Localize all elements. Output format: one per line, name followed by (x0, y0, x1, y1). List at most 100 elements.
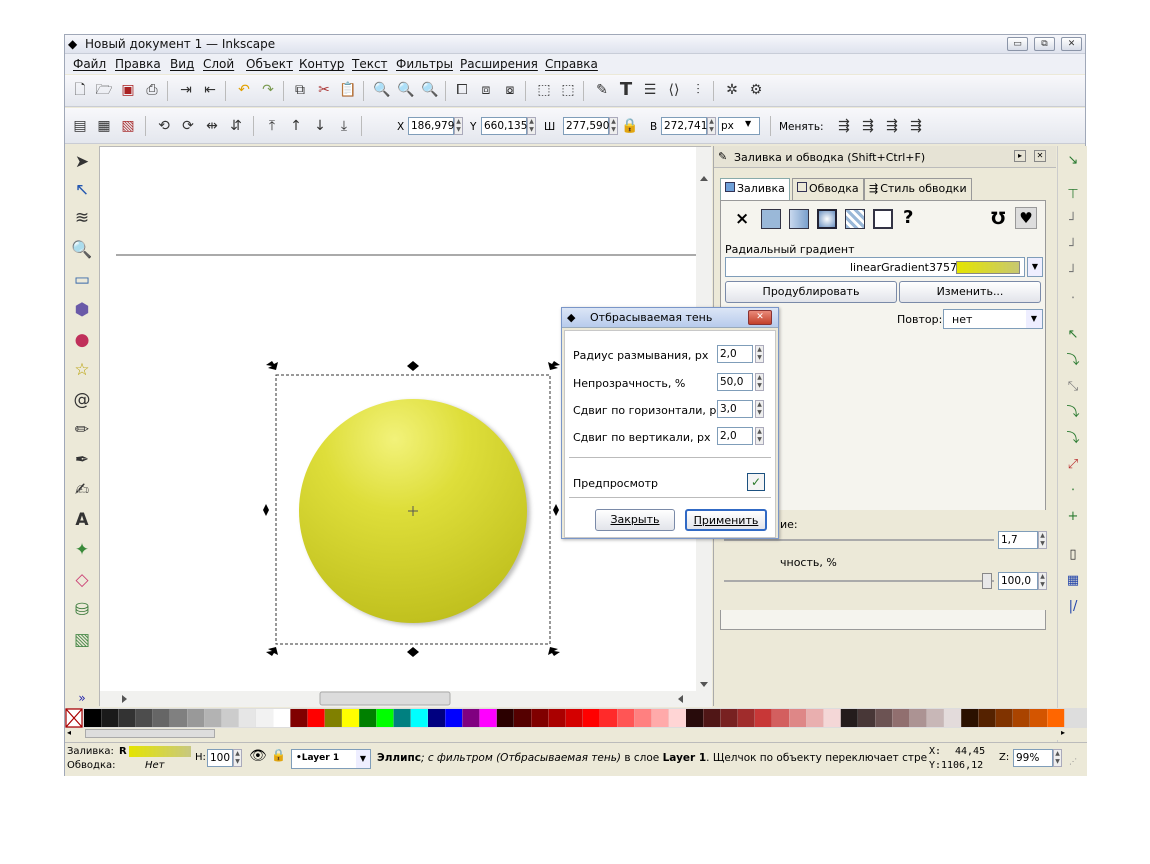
opacity-slider-thumb[interactable] (982, 573, 992, 589)
scale-corners-icon[interactable]: ⇶ (859, 117, 877, 135)
undo-icon[interactable]: ↶ (235, 81, 253, 99)
fill-swatch[interactable] (129, 746, 191, 757)
layer-select[interactable]: •Layer 1 ▼ (291, 749, 371, 769)
snap-enable-icon[interactable]: ↘ (1064, 152, 1082, 170)
palette-swatch[interactable] (410, 709, 428, 727)
edit-gradient-button[interactable]: Изменить... (899, 281, 1041, 303)
x-spinner[interactable]: ▲ ▼ (454, 117, 463, 135)
close-button[interactable]: Закрыть (595, 509, 675, 531)
xml-editor-icon[interactable]: ⟨⟩ (665, 81, 683, 99)
minimize-button[interactable]: ▭ (1007, 37, 1028, 51)
snap-grid-icon[interactable]: ▦ (1064, 572, 1082, 590)
palette-swatch[interactable] (961, 709, 979, 727)
close-window-button[interactable]: ✕ (1061, 37, 1082, 51)
menu-view[interactable]: Вид (170, 57, 194, 71)
palette-swatch[interactable] (703, 709, 721, 727)
pattern-icon[interactable] (845, 209, 865, 229)
scroll-left-icon[interactable]: ◂ (67, 728, 71, 737)
snap-bbox-corners-icon[interactable]: ┘ (1064, 238, 1082, 256)
swatch-icon[interactable] (873, 209, 893, 229)
snap-bbox-edges-icon[interactable]: ┘ (1064, 212, 1082, 230)
move-patterns-icon[interactable]: ⇶ (907, 117, 925, 135)
zoom-tool-icon[interactable]: 🔍 (71, 238, 93, 262)
palette-swatch[interactable] (789, 709, 807, 727)
dock-menu-icon[interactable]: ▸ (1014, 150, 1026, 162)
palette-swatch[interactable] (1030, 709, 1047, 727)
redo-icon[interactable]: ↷ (259, 81, 277, 99)
palette-swatch[interactable] (772, 709, 789, 727)
palette-swatch[interactable] (720, 709, 738, 727)
snap-midpoints-icon[interactable]: ⤢ (1064, 456, 1082, 474)
flat-color-icon[interactable] (761, 209, 781, 229)
snap-smooth-icon[interactable]: ⤵ (1064, 430, 1082, 448)
palette-swatch[interactable] (514, 709, 531, 727)
w-field[interactable]: 277,590 (563, 117, 609, 135)
raise-icon[interactable]: ↑ (287, 117, 305, 135)
horizontal-offset-field[interactable]: 3,0 (717, 400, 753, 418)
duplicate-icon[interactable]: ⧠ (453, 81, 471, 99)
snap-intersections-icon[interactable]: ⤡ (1064, 378, 1082, 396)
repeat-select[interactable]: нет ▼ (943, 309, 1043, 329)
menu-filters[interactable]: Фильтры (396, 57, 453, 71)
menu-text[interactable]: Текст (352, 57, 388, 71)
spiral-tool-icon[interactable]: @ (71, 388, 93, 412)
palette-swatch[interactable] (1012, 709, 1030, 727)
palette-swatch[interactable] (754, 709, 772, 727)
linear-gradient-icon[interactable] (789, 209, 809, 229)
blur-radius-spinner[interactable]: ▲ ▼ (755, 345, 764, 363)
palette-swatch[interactable] (737, 709, 755, 727)
snap-nodes-icon[interactable]: ↖ (1064, 326, 1082, 344)
more-tools-icon[interactable]: » (71, 686, 93, 710)
snap-guides-icon[interactable]: |/ (1064, 598, 1082, 616)
palette-swatch[interactable] (445, 709, 463, 727)
palette-swatch[interactable] (909, 709, 927, 727)
selector-tool-icon[interactable]: ➤ (71, 150, 93, 174)
palette-swatch[interactable] (548, 709, 566, 727)
tab-fill[interactable]: Заливка (720, 178, 790, 200)
palette-swatch[interactable] (204, 709, 222, 727)
palette-swatch[interactable] (290, 709, 308, 727)
palette-swatch[interactable] (858, 709, 875, 727)
palette-swatch[interactable] (995, 709, 1013, 727)
palette-swatch[interactable] (221, 709, 239, 727)
select-all-layers-icon[interactable]: ▦ (95, 117, 113, 135)
palette-swatch[interactable] (668, 709, 686, 727)
snap-bbox-icon[interactable]: ⊤ (1064, 186, 1082, 204)
palette-swatch[interactable] (978, 709, 996, 727)
palette-swatch[interactable] (393, 709, 411, 727)
horizontal-scroll-thumb[interactable] (319, 691, 451, 706)
move-gradients-icon[interactable]: ⇶ (883, 117, 901, 135)
3d-box-tool-icon[interactable]: ⬢ (71, 298, 93, 322)
w-spinner[interactable]: ▲ ▼ (609, 117, 618, 135)
import-icon[interactable]: ⇥ (177, 81, 195, 99)
horizontal-offset-spinner[interactable]: ▲ ▼ (755, 400, 764, 418)
fill-rule-nonzero-icon[interactable]: ♥ (1015, 207, 1037, 229)
palette-swatch[interactable] (428, 709, 445, 727)
layer-lock-icon[interactable]: 🔒 (271, 748, 286, 762)
palette-swatch[interactable] (342, 709, 359, 727)
palette-swatch[interactable] (823, 709, 841, 727)
palette-swatch[interactable] (1047, 709, 1065, 727)
zoom-drawing-icon[interactable]: 🔍 (397, 81, 415, 99)
vertical-offset-field[interactable]: 2,0 (717, 427, 753, 445)
node-tool-icon[interactable]: ↖ (71, 178, 93, 202)
palette-scroll-thumb[interactable] (85, 729, 215, 738)
tab-stroke-paint[interactable]: Обводка (792, 178, 864, 200)
rectangle-tool-icon[interactable]: ▭ (71, 268, 93, 292)
opacity-h-spinner[interactable]: ▲ ▼ (233, 749, 242, 767)
palette-swatch[interactable] (307, 709, 325, 727)
palette-swatch[interactable] (582, 709, 600, 727)
zoom-page-icon[interactable]: 🔍 (421, 81, 439, 99)
palette-swatch[interactable] (462, 709, 480, 727)
gradient-tool-icon[interactable]: ▧ (71, 628, 93, 652)
palette-swatch[interactable] (651, 709, 669, 727)
ungroup-icon[interactable]: ⬚ (559, 81, 577, 99)
calligraphy-tool-icon[interactable]: ✍ (71, 478, 93, 502)
cut-icon[interactable]: ✂ (315, 81, 333, 99)
snap-bbox-centers-icon[interactable]: ⋅ (1064, 290, 1082, 308)
palette-swatch[interactable] (152, 709, 170, 727)
h-spinner[interactable]: ▲ ▼ (707, 117, 716, 135)
menu-layer[interactable]: Слой (203, 57, 234, 71)
zoom-spinner[interactable]: ▲ ▼ (1053, 749, 1062, 767)
visibility-eye-icon[interactable]: 👁 (249, 748, 267, 764)
